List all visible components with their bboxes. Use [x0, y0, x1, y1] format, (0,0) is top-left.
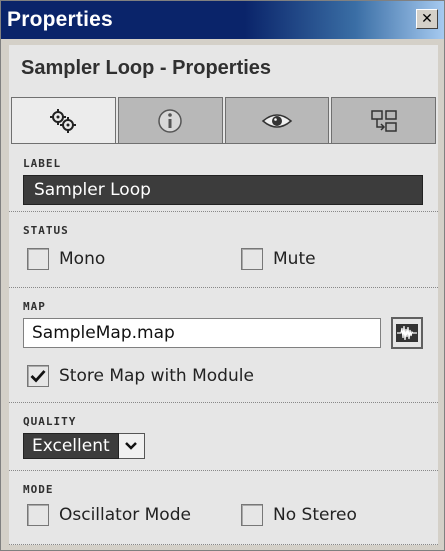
quality-dropdown[interactable]: Excellent [23, 433, 145, 459]
panel-title: Sampler Loop - Properties [21, 57, 272, 79]
checkmark-icon [30, 370, 46, 383]
properties-panel: Sampler Loop - Properties LABEL Sampler … [9, 45, 438, 545]
tab-routing[interactable] [331, 97, 436, 143]
quality-section: QUALITY Excellent [9, 403, 438, 471]
map-heading: MAP [23, 300, 46, 313]
quality-dropdown-arrow[interactable] [118, 433, 145, 459]
no-stereo-checkbox[interactable] [241, 504, 263, 526]
mute-option[interactable]: Mute [241, 248, 316, 270]
mute-checkbox[interactable] [241, 248, 263, 270]
no-stereo-label: No Stereo [273, 505, 357, 525]
store-map-checkbox[interactable] [27, 365, 49, 387]
info-icon [158, 108, 182, 133]
label-heading: LABEL [23, 157, 62, 170]
chevron-down-icon [125, 442, 138, 450]
quality-heading: QUALITY [23, 415, 77, 428]
no-stereo-option[interactable]: No Stereo [241, 504, 357, 526]
label-section: LABEL Sampler Loop [9, 144, 438, 212]
oscillator-mode-checkbox[interactable] [27, 504, 49, 526]
waveform-icon [396, 324, 418, 342]
status-section: STATUS Mono Mute [9, 212, 438, 288]
map-section: MAP SampleMap.map Store Map with Module [9, 288, 438, 403]
mono-option[interactable]: Mono [27, 248, 105, 270]
window-title: Properties [7, 8, 113, 31]
store-map-option[interactable]: Store Map with Module [27, 365, 254, 387]
map-file-input[interactable]: SampleMap.map [23, 318, 381, 348]
mode-section: MODE Oscillator Mode No Stereo [9, 471, 438, 545]
close-icon: ✕ [421, 11, 433, 27]
oscillator-mode-option[interactable]: Oscillator Mode [27, 504, 191, 526]
properties-window: Properties ✕ Sampler Loop - Properties L… [0, 0, 445, 551]
mono-label: Mono [59, 249, 106, 269]
label-input[interactable]: Sampler Loop [23, 175, 423, 205]
oscillator-mode-label: Oscillator Mode [59, 505, 191, 525]
mono-checkbox[interactable] [27, 248, 49, 270]
title-bar[interactable]: Properties ✕ [1, 1, 444, 39]
tab-function[interactable] [11, 97, 116, 143]
quality-selected-value: Excellent [23, 433, 119, 459]
eye-icon [261, 113, 293, 128]
map-editor-button[interactable] [391, 317, 423, 349]
status-heading: STATUS [23, 224, 69, 237]
tab-view[interactable] [224, 97, 330, 143]
store-map-label: Store Map with Module [59, 366, 254, 386]
tab-info[interactable] [117, 97, 223, 143]
mute-label: Mute [273, 249, 316, 269]
tab-bar [11, 97, 436, 143]
close-button[interactable]: ✕ [416, 9, 438, 29]
mode-heading: MODE [23, 483, 54, 496]
gears-icon [50, 108, 77, 133]
routing-icon [370, 109, 397, 132]
